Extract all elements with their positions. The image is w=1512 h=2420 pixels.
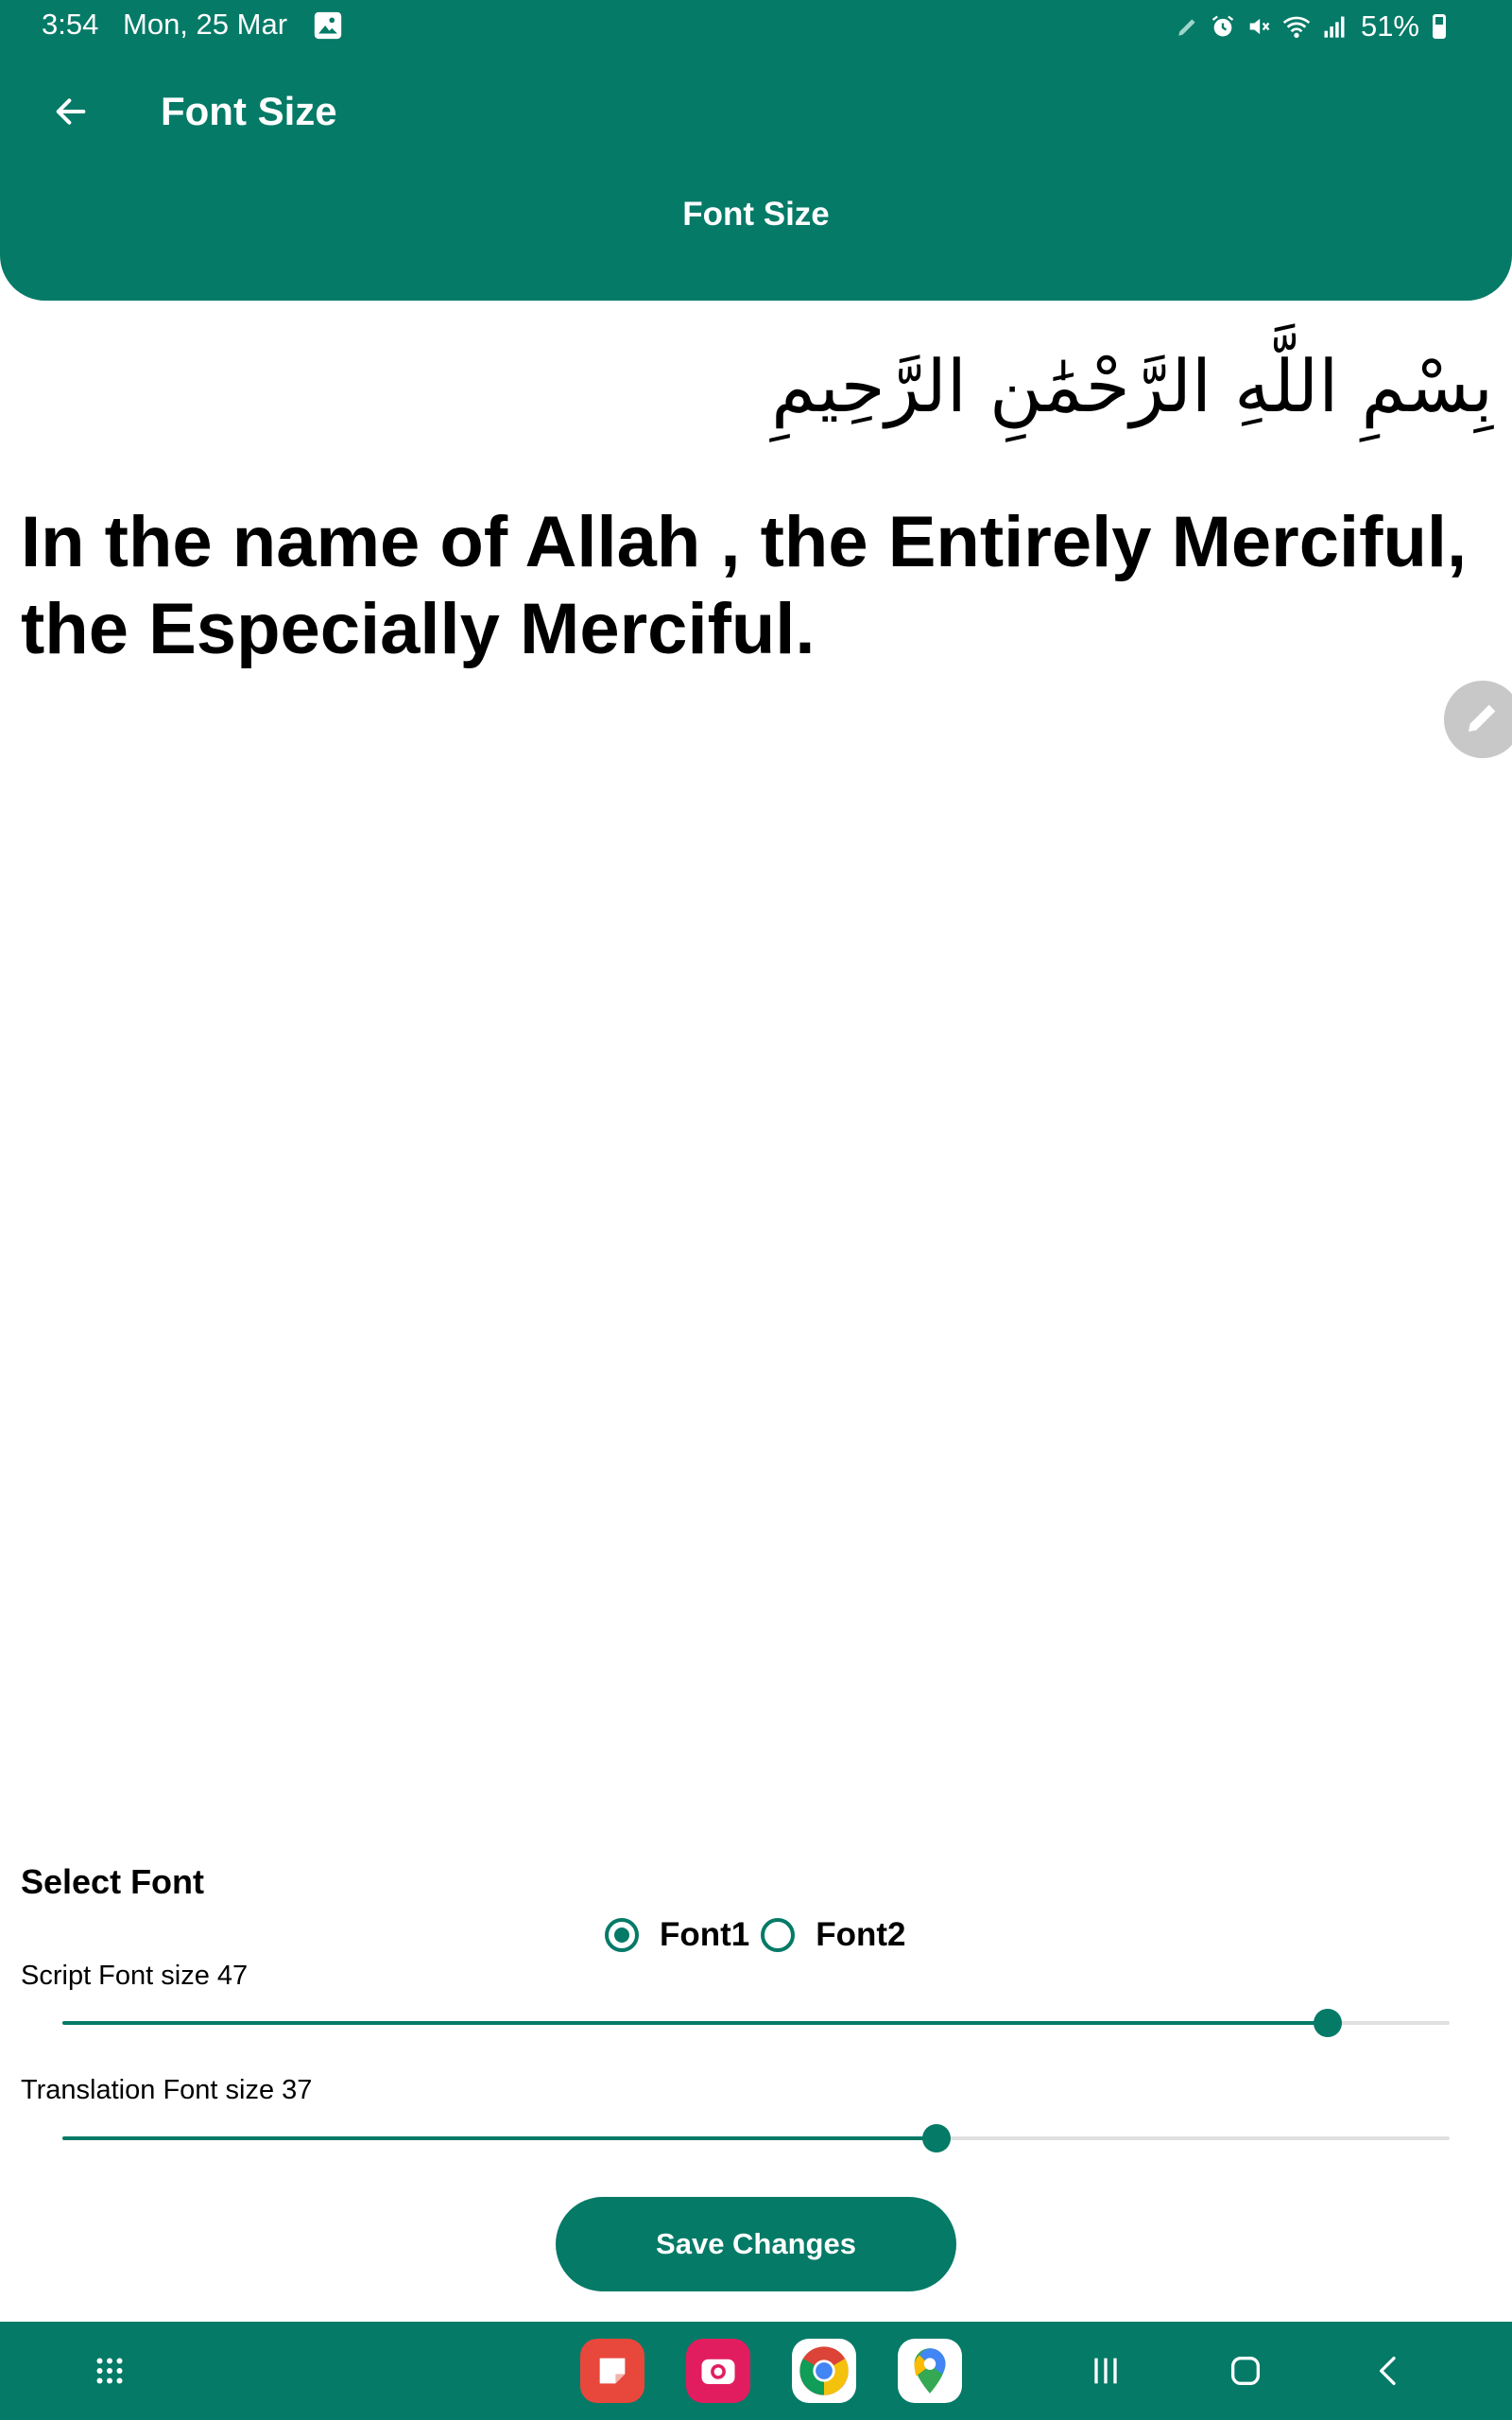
translation-preview: In the name of Allah , the Entirely Merc… (21, 502, 1468, 669)
notes-app-icon[interactable] (580, 2339, 644, 2403)
apps-grid-icon[interactable] (76, 2322, 144, 2420)
translation-font-size-value: 37 (282, 2075, 313, 2105)
back-button[interactable] (38, 85, 104, 142)
slider-thumb[interactable] (921, 2124, 951, 2152)
header-subtitle: Font Size (682, 196, 830, 233)
script-font-size-text: Script Font size (21, 1961, 210, 1991)
status-bar: 3:54 Mon, 25 Mar 51% (0, 0, 1512, 51)
chrome-app-icon[interactable] (792, 2339, 856, 2403)
slider-thumb[interactable] (1313, 2009, 1342, 2037)
font1-option[interactable]: Font1 (605, 1916, 749, 1954)
translation-font-size-text: Translation Font size (21, 2075, 275, 2105)
slider-active-track (62, 2136, 936, 2140)
pen-icon (1176, 14, 1200, 39)
translation-font-size-label: Translation Font size 37 (21, 2075, 312, 2106)
wifi-icon (1281, 13, 1312, 40)
navigation-bar (0, 2322, 1512, 2420)
mute-icon (1246, 13, 1272, 40)
font-size-screen: 3:54 Mon, 25 Mar 51% Font Size Font Size… (0, 0, 1512, 2420)
gallery-notification-icon (312, 9, 344, 42)
status-time: 3:54 (42, 8, 99, 41)
select-font-label: Select Font (21, 1862, 205, 1901)
pencil-icon (1464, 699, 1502, 741)
home-icon[interactable] (1208, 2322, 1283, 2420)
script-font-size-value: 47 (216, 1961, 249, 1991)
font-radio-group: Font1 Font2 (605, 1911, 918, 1959)
translation-font-size-slider[interactable] (62, 2119, 1450, 2157)
battery-percentage: 51% (1360, 9, 1419, 43)
slider-active-track (62, 2021, 1328, 2025)
font1-label: Font1 (660, 1916, 750, 1953)
arabic-script-preview: بِسْمِ اللَّهِ الرَّحْمَٰنِ الرَّحِيمِ (771, 344, 1493, 428)
camera-app-icon[interactable] (686, 2339, 750, 2403)
battery-icon (1433, 14, 1446, 39)
status-icons: 51% (1176, 8, 1446, 45)
script-font-size-label: Script Font size 47 (21, 1961, 248, 1992)
status-date: Mon, 25 Mar (123, 8, 288, 41)
font2-option[interactable]: Font2 (761, 1916, 906, 1954)
signal-icon (1321, 13, 1348, 40)
edit-button[interactable] (1444, 681, 1512, 758)
arrow-left-icon (52, 93, 90, 135)
font1-radio[interactable] (605, 1918, 639, 1952)
recents-icon[interactable] (1068, 2322, 1143, 2420)
app-header: 3:54 Mon, 25 Mar 51% Font Size Font Size (0, 0, 1512, 301)
font2-label: Font2 (816, 1916, 906, 1953)
font2-radio[interactable] (761, 1918, 796, 1952)
script-font-size-slider[interactable] (62, 2004, 1450, 2042)
maps-app-icon[interactable] (898, 2339, 962, 2403)
toolbar-title: Font Size (161, 89, 337, 133)
alarm-icon (1210, 13, 1236, 40)
back-icon[interactable] (1351, 2322, 1427, 2420)
save-changes-button[interactable]: Save Changes (556, 2197, 956, 2291)
